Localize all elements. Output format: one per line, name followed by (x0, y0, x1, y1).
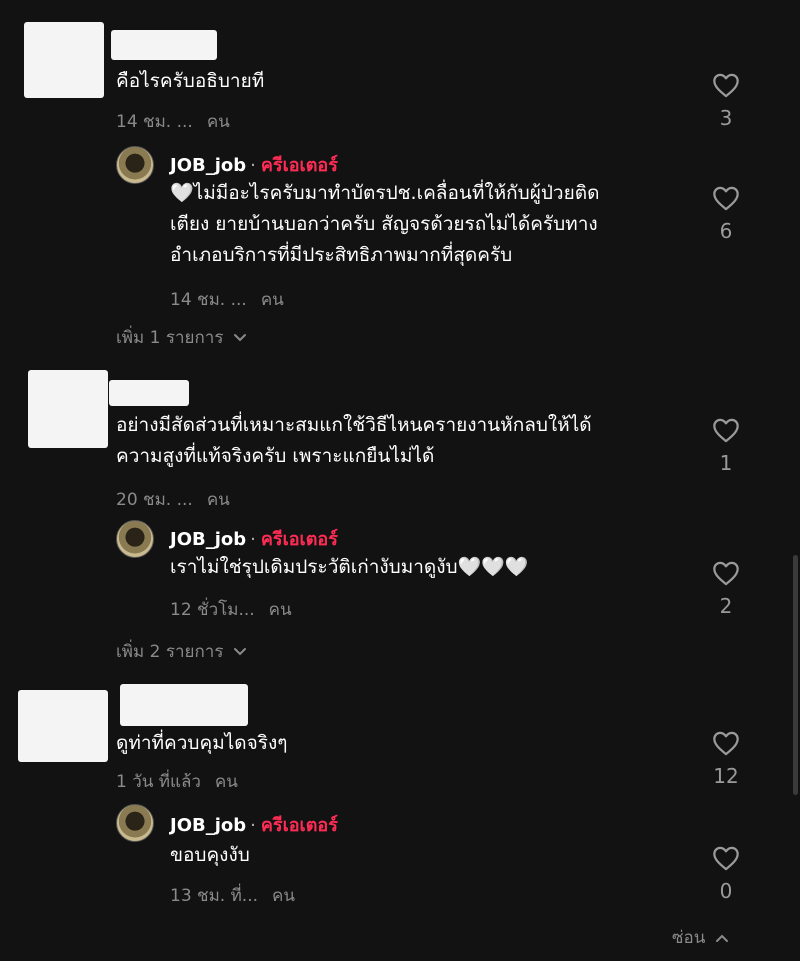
view-more-replies[interactable]: เพิ่ม 2 รายการ (116, 638, 247, 665)
heart-outline-icon (713, 418, 739, 443)
heart-outline-icon (713, 846, 739, 871)
reply-text-line: 🤍ไม่มีอะไรครับมาทำบัตรปช.เคลื่อนที่ให้กั… (170, 182, 600, 204)
like-button[interactable]: 12 (706, 730, 746, 788)
reply-text: เราไม่ใช่รุปเดิมประวัติเก่างับมาดูงับ🤍🤍🤍 (170, 556, 529, 578)
commenter-avatar[interactable] (28, 370, 108, 448)
like-count: 6 (719, 219, 733, 243)
reply-username: JOB_job (170, 815, 247, 836)
reply-meta: 14 ชม. ... คน (170, 286, 298, 313)
reply-username: JOB_job (170, 529, 247, 550)
heart-outline-icon (713, 186, 739, 211)
reply-avatar[interactable] (116, 146, 154, 184)
name-separator: · (250, 155, 256, 176)
creator-badge: ครีเอเตอร์ (260, 815, 338, 836)
creator-badge: ครีเอเตอร์ (260, 155, 338, 176)
reply-text: 🤍ไม่มีอะไรครับมาทำบัตรปช.เคลื่อนที่ให้กั… (170, 178, 599, 271)
comment-time: 1 วัน ที่แล้ว (116, 772, 201, 792)
like-button[interactable]: 0 (706, 845, 746, 903)
view-more-label: เพิ่ม 1 รายการ (116, 328, 224, 348)
reply-avatar[interactable] (116, 520, 154, 558)
comment-meta-label: คน (214, 772, 238, 792)
creator-badge: ครีเอเตอร์ (260, 529, 338, 550)
reply-time: 12 ชั่วโม... (170, 600, 255, 620)
view-more-label: เพิ่ม 2 รายการ (116, 642, 224, 662)
comment-time: 14 ชม. ... (116, 112, 193, 132)
comment-meta: 14 ชม. ... คน (116, 108, 244, 135)
view-more-replies[interactable]: เพิ่ม 1 รายการ (116, 324, 247, 351)
like-count: 0 (719, 879, 733, 903)
reply-text-line: เตียง ยายบ้านบอกว่าครับ สัญจรด้วยรถไม่ได… (170, 213, 598, 235)
heart-outline-icon (713, 73, 739, 98)
commenter-name[interactable] (111, 30, 217, 60)
chevron-down-icon (234, 647, 247, 655)
commenter-name[interactable] (120, 684, 248, 726)
like-button[interactable]: 2 (706, 560, 746, 618)
reply-author[interactable]: JOB_job · ครีเอเตอร์ (170, 150, 338, 179)
comment-text-line: ความสูงที่แท้จริงครับ เพราะแกยืนไม่ได้ (116, 445, 435, 467)
reply-avatar[interactable] (116, 804, 154, 842)
heart-outline-icon (713, 561, 739, 586)
like-count: 1 (719, 451, 733, 475)
like-count: 2 (719, 594, 733, 618)
reply-username: JOB_job (170, 155, 247, 176)
like-button[interactable]: 6 (706, 185, 746, 243)
reply-author[interactable]: JOB_job · ครีเอเตอร์ (170, 524, 338, 553)
comment-time: 20 ชม. ... (116, 490, 193, 510)
like-button[interactable]: 1 (706, 417, 746, 475)
comment-meta: 1 วัน ที่แล้ว คน (116, 768, 252, 795)
reply-text-line: อำเภอบริการที่มีประสิทธิภาพมากที่สุดครับ (170, 244, 513, 266)
reply-meta-label: คน (268, 600, 292, 620)
reply-meta: 12 ชั่วโม... คน (170, 596, 306, 623)
name-separator: · (250, 529, 256, 550)
reply-meta: 13 ชม. ที่... คน (170, 882, 309, 909)
reply-meta-label: คน (272, 886, 296, 906)
name-separator: · (250, 815, 256, 836)
comment-text: อย่างมีสัดส่วนที่เหมาะสมแกใช้วิธีไหนคราย… (116, 410, 592, 472)
reply-meta-label: คน (260, 290, 284, 310)
comment-meta-label: คน (206, 112, 230, 132)
chevron-down-icon (234, 333, 247, 341)
like-count: 3 (719, 106, 733, 130)
scrollbar-thumb[interactable] (793, 555, 798, 795)
hide-replies-button[interactable]: ซ่อน (672, 924, 729, 951)
comment-text: คือไรครับอธิบายที (116, 70, 265, 92)
commenter-avatar[interactable] (24, 22, 104, 98)
reply-time: 14 ชม. ... (170, 290, 247, 310)
reply-time: 13 ชม. ที่... (170, 886, 259, 906)
like-count: 12 (713, 764, 739, 788)
chevron-up-icon (716, 934, 729, 942)
reply-author[interactable]: JOB_job · ครีเอเตอร์ (170, 810, 338, 839)
hide-label: ซ่อน (672, 928, 706, 948)
comment-meta: 20 ชม. ... คน (116, 486, 244, 513)
commenter-avatar[interactable] (18, 690, 108, 762)
like-button[interactable]: 3 (706, 72, 746, 130)
reply-text: ขอบคุงงับ (170, 844, 250, 866)
comment-text-line: อย่างมีสัดส่วนที่เหมาะสมแกใช้วิธีไหนคราย… (116, 414, 592, 436)
commenter-name[interactable] (109, 380, 189, 406)
comment-meta-label: คน (206, 490, 230, 510)
heart-outline-icon (713, 731, 739, 756)
comment-text: ดูท่าที่ควบคุมไดจริงๆ (116, 732, 288, 754)
